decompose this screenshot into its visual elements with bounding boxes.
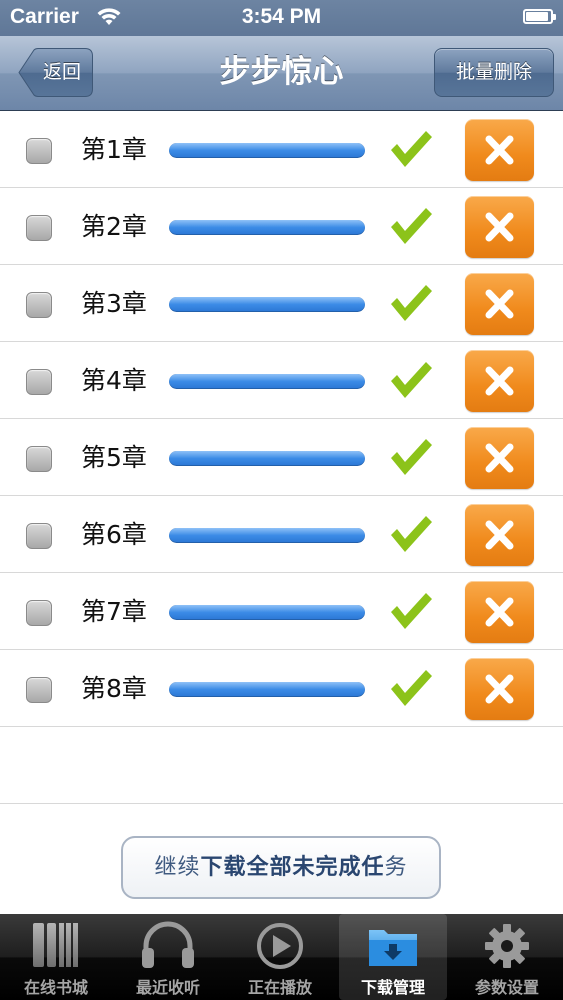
tab-label: 最近收听 [135,978,200,997]
delete-button[interactable] [465,504,534,566]
headphones-icon [112,920,224,970]
checkmark-icon [388,205,434,251]
tab-label: 下载管理 [360,978,425,997]
progress-fill [169,220,365,235]
download-progress-bar [169,297,365,312]
chapter-label: 第4章 [81,366,147,395]
checkmark-icon [388,359,434,405]
delete-button[interactable] [465,196,534,258]
chapter-label: 第7章 [81,597,147,626]
chapter-label: 第3章 [81,289,147,318]
navigation-bar: 返回 步步惊心 批量删除 [0,36,563,111]
list-item: 第4章 [0,342,563,419]
select-checkbox[interactable] [26,600,52,626]
progress-fill [169,605,365,620]
delete-button[interactable] [465,119,534,181]
list-item: 第5章 [0,419,563,496]
list-item: 第3章 [0,265,563,342]
back-button[interactable]: 返回 [18,48,93,97]
checkmark-icon [388,513,434,559]
download-progress-bar [169,374,365,389]
play-icon [224,920,336,970]
download-progress-bar [169,220,365,235]
download-folder-icon [339,920,447,970]
continue-download-all-button[interactable]: 继续下载全部未完成任务 [121,836,441,899]
batch-delete-button[interactable]: 批量删除 [434,48,554,97]
download-progress-bar [169,682,365,697]
delete-button[interactable] [465,581,534,643]
select-checkbox[interactable] [26,369,52,395]
checkmark-icon [388,590,434,636]
select-checkbox[interactable] [26,215,52,241]
tab-settings[interactable]: 参数设置 [451,914,563,1000]
chapter-label: 第6章 [81,520,147,549]
progress-fill [169,374,365,389]
chapter-label: 第5章 [81,443,147,472]
delete-button[interactable] [465,427,534,489]
tab-label: 在线书城 [23,978,88,997]
checkmark-icon [388,128,434,174]
chapter-label: 第2章 [81,212,147,241]
tab-download-manager[interactable]: 下载管理 [339,914,447,1000]
download-progress-bar [169,605,365,620]
battery-icon [523,9,556,24]
list-item: 第7章 [0,573,563,650]
delete-button[interactable] [465,350,534,412]
gear-icon [451,920,563,970]
progress-fill [169,682,365,697]
select-checkbox[interactable] [26,292,52,318]
status-bar: Carrier 3:54 PM [0,0,563,36]
select-checkbox[interactable] [26,446,52,472]
select-checkbox[interactable] [26,138,52,164]
download-progress-bar [169,451,365,466]
download-progress-bar [169,143,365,158]
delete-button[interactable] [465,273,534,335]
tab-online-bookstore[interactable]: 在线书城 [0,914,112,1000]
list-item: 第8章 [0,650,563,727]
back-button-label: 返回 [42,61,81,83]
checkmark-icon [388,282,434,328]
delete-button[interactable] [465,658,534,720]
empty-list-row [0,727,563,804]
status-time: 3:54 PM [241,5,322,28]
select-checkbox[interactable] [26,677,52,703]
download-progress-bar [169,528,365,543]
list-item: 第1章 [0,111,563,188]
tab-now-playing[interactable]: 正在播放 [224,914,336,1000]
progress-fill [169,528,365,543]
list-item: 第6章 [0,496,563,573]
tab-label: 正在播放 [247,978,312,997]
select-checkbox[interactable] [26,523,52,549]
books-icon [0,920,112,970]
checkmark-icon [388,667,434,713]
chapter-label: 第1章 [81,135,147,164]
progress-fill [169,297,365,312]
chapter-label: 第8章 [81,674,147,703]
tab-label: 参数设置 [474,978,539,997]
list-item: 第2章 [0,188,563,265]
tab-bar: 在线书城 最近收听 正在播放 下载管理 参数设置 [0,914,563,1000]
tab-recently-listened[interactable]: 最近收听 [112,914,224,1000]
progress-fill [169,143,365,158]
checkmark-icon [388,436,434,482]
download-list: 第1章 第2章 第3章 第4章 第5章 第6章 第7章 第8章 [0,111,563,804]
progress-fill [169,451,365,466]
